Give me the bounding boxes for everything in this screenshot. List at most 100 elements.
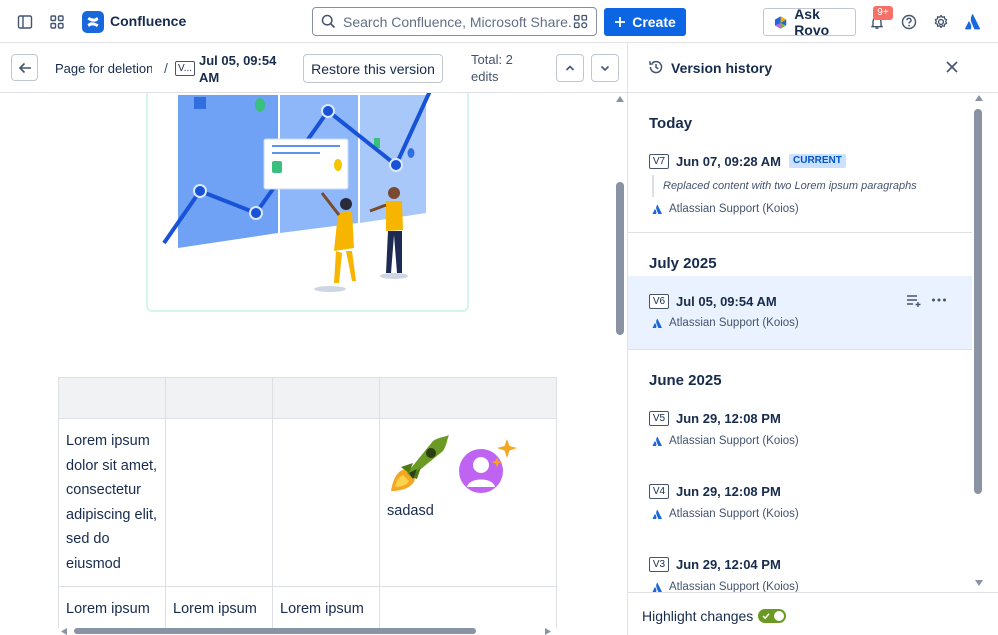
version-date: Jun 07, 09:28 AM <box>676 154 782 169</box>
more-options-icon[interactable] <box>931 293 947 310</box>
version-history-panel: Version history Today V7 Jun 07, 09:28 A… <box>627 43 998 635</box>
content-scroll-thumb[interactable] <box>616 182 624 335</box>
table-scroll-thumb[interactable] <box>74 628 476 634</box>
next-change-button[interactable] <box>591 54 619 82</box>
table-header-cell <box>379 377 557 419</box>
version-date: Jun 29, 12:08 PM <box>676 411 781 426</box>
version-badge: V4 <box>649 484 669 499</box>
table-cell <box>165 418 273 587</box>
table-header-cell <box>58 377 166 419</box>
version-badge: V7 <box>649 154 669 169</box>
check-icon <box>762 613 770 620</box>
version-date: Jul 05, 09:54 AM <box>199 53 277 85</box>
version-badge: V... <box>175 61 196 76</box>
scroll-up-arrow-icon[interactable] <box>616 96 624 102</box>
close-icon[interactable] <box>945 60 959 77</box>
panel-title: Version history <box>671 60 773 76</box>
group-divider <box>628 349 972 350</box>
version-item-v3[interactable]: V3 Jun 29, 12:04 PM Atlassian Support (K… <box>628 548 972 592</box>
version-item-v7[interactable]: V7 Jun 07, 09:28 AM CURRENT Replaced con… <box>628 145 972 227</box>
version-item-v5[interactable]: V5 Jun 29, 12:08 PM Atlassian Support (K… <box>628 402 972 462</box>
page-content: Lorem ipsum dolor sit amet, consectetur … <box>0 93 613 628</box>
plus-icon <box>615 17 626 27</box>
panel-header: Version history <box>628 43 998 93</box>
search-filter-icon[interactable] <box>573 14 588 32</box>
version-toolbar: Page for deletion / V... Jul 05, 09:54 A… <box>0 43 627 93</box>
table-header-cell <box>272 377 380 419</box>
atlassian-icon <box>652 318 662 328</box>
analytics-illustration <box>146 93 469 312</box>
current-badge: CURRENT <box>789 154 846 168</box>
scroll-right-arrow-icon[interactable] <box>545 628 551 635</box>
arrow-left-icon <box>18 62 31 73</box>
rovo-icon <box>774 15 787 29</box>
group-title-july-2025: July 2025 <box>649 255 717 272</box>
table-cell: Lorem ipsum <box>165 586 273 628</box>
emoji-group <box>387 433 549 495</box>
sidebar-toggle-icon[interactable] <box>15 12 35 32</box>
back-button[interactable] <box>11 54 38 81</box>
group-title-today: Today <box>649 115 693 132</box>
author-name: Atlassian Support (Koios) <box>669 435 799 447</box>
help-icon[interactable] <box>899 12 919 32</box>
rocket-icon <box>391 435 449 491</box>
group-divider <box>628 232 972 233</box>
settings-gear-icon[interactable] <box>931 12 951 32</box>
version-date: Jul 05, 09:54 AM <box>676 294 777 309</box>
version-author: Atlassian Support (Koios) <box>652 317 799 329</box>
version-badge: V3 <box>649 557 669 572</box>
history-icon <box>648 59 664 78</box>
emoji-caption: sadasd <box>387 503 434 519</box>
table-cell-emojis: sadasd <box>379 418 557 587</box>
table-cell <box>379 586 557 628</box>
notification-count-badge: 9+ <box>873 6 893 20</box>
table-header-row <box>58 377 557 419</box>
search-placeholder: Search Confluence, Microsoft Share... <box>343 14 571 30</box>
atlassian-icon <box>652 509 662 519</box>
table-cell: Lorem ipsum dolor sit amet, consectetur … <box>58 418 166 587</box>
content-table: Lorem ipsum dolor sit amet, consectetur … <box>58 377 557 628</box>
table-header-cell <box>165 377 273 419</box>
group-title-june-2025: June 2025 <box>649 372 722 389</box>
version-badge: V5 <box>649 411 669 426</box>
panel-footer: Highlight changes <box>628 592 998 635</box>
panel-scroll-down-arrow-icon[interactable] <box>975 580 983 586</box>
confluence-logo-icon[interactable] <box>82 11 104 33</box>
scroll-left-arrow-icon[interactable] <box>61 628 67 635</box>
previous-change-button[interactable] <box>556 54 584 82</box>
version-date: Jun 29, 12:04 PM <box>676 557 781 572</box>
version-item-v4[interactable]: V4 Jun 29, 12:08 PM Atlassian Support (K… <box>628 475 972 535</box>
table-row: Lorem ipsum Lorem ipsum Lorem ipsum <box>58 586 557 628</box>
search-input[interactable]: Search Confluence, Microsoft Share... <box>312 7 597 36</box>
panel-scroll-up-arrow-icon[interactable] <box>975 95 983 101</box>
author-name: Atlassian Support (Koios) <box>669 508 799 520</box>
panel-scroll-thumb[interactable] <box>974 109 982 494</box>
version-list: Today V7 Jun 07, 09:28 AM CURRENT Replac… <box>628 94 972 592</box>
chevron-up-icon <box>565 65 575 71</box>
version-description: Replaced content with two Lorem ipsum pa… <box>652 175 917 197</box>
table-cell: Lorem ipsum <box>272 586 380 628</box>
breadcrumb-separator: / <box>164 60 168 76</box>
version-author: Atlassian Support (Koios) <box>652 508 799 520</box>
ask-rovo-button[interactable]: Ask Rovo <box>763 6 856 38</box>
atlassian-logo-icon[interactable] <box>963 12 983 32</box>
toggle-knob <box>774 611 784 621</box>
breadcrumb-page-title[interactable]: Page for deletion <box>55 61 152 76</box>
version-item-v6[interactable]: V6 Jul 05, 09:54 AM Atlassian Support (K… <box>628 276 972 349</box>
atlassian-icon <box>652 436 662 446</box>
restore-version-button[interactable]: Restore this version <box>303 54 443 83</box>
total-edits: Total: 2 edits <box>471 52 513 84</box>
content-vertical-scrollbar[interactable] <box>613 93 627 628</box>
avatar-sparkle-icon <box>459 439 517 493</box>
create-button[interactable]: Create <box>604 8 686 36</box>
create-label: Create <box>632 14 676 30</box>
app-name[interactable]: Confluence <box>110 13 186 29</box>
chevron-down-icon <box>600 65 610 72</box>
compare-versions-icon[interactable] <box>906 294 922 311</box>
app-switcher-icon[interactable] <box>47 12 67 32</box>
table-cell: Lorem ipsum <box>58 586 166 628</box>
author-name: Atlassian Support (Koios) <box>669 581 799 592</box>
atlassian-icon <box>652 582 662 592</box>
author-name: Atlassian Support (Koios) <box>669 317 799 329</box>
highlight-changes-toggle[interactable] <box>758 609 786 623</box>
